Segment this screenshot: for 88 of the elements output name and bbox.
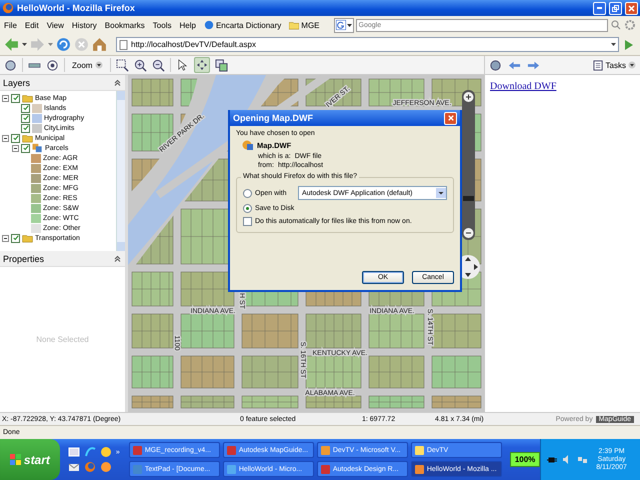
caret-icon — [436, 188, 446, 198]
caret-icon — [95, 61, 104, 69]
globe-icon[interactable] — [489, 58, 502, 72]
zoom-rectangle-icon[interactable] — [116, 58, 130, 72]
panel-title: Layers — [3, 78, 30, 88]
app-icon — [320, 446, 330, 454]
close-icon — [446, 114, 454, 122]
file-icon — [242, 139, 254, 151]
zoom-out-icon[interactable] — [152, 58, 166, 72]
folder-icon — [22, 233, 33, 243]
close-icon — [627, 4, 636, 12]
menu-item[interactable]: View — [46, 20, 64, 30]
pointer-icon[interactable] — [176, 58, 190, 72]
radio-button[interactable] — [243, 188, 252, 198]
page-icon — [119, 40, 128, 50]
checkbox[interactable] — [21, 104, 30, 112]
reload-icon[interactable] — [56, 37, 71, 52]
menu-item[interactable]: Edit — [24, 20, 39, 30]
app-icon — [132, 446, 142, 454]
app-icon — [414, 464, 424, 474]
checkbox[interactable] — [21, 144, 30, 152]
checkbox[interactable] — [21, 124, 30, 132]
caret-icon — [611, 43, 616, 46]
bookmark[interactable]: MGE — [289, 20, 320, 30]
search-icon[interactable] — [610, 19, 622, 31]
zoom-dropdown[interactable]: Zoom — [70, 60, 106, 70]
pan-icon — [196, 59, 208, 71]
google-g-icon — [336, 20, 346, 30]
restore-icon — [611, 4, 620, 12]
checkbox[interactable] — [243, 217, 252, 226]
app-icon — [320, 464, 330, 474]
zoom-slider[interactable] — [462, 90, 475, 240]
menu-item[interactable]: History — [72, 20, 97, 30]
caret-icon — [628, 61, 636, 69]
caret-icon[interactable] — [22, 43, 27, 46]
minimize-icon — [597, 7, 602, 9]
panel-title: Properties — [3, 254, 44, 264]
expander-icon[interactable] — [2, 94, 9, 102]
app-icon — [132, 464, 142, 474]
app-icon — [226, 464, 236, 474]
maximize-button[interactable] — [609, 2, 622, 14]
download-link[interactable]: Download DWF — [490, 81, 556, 92]
radio-button[interactable] — [243, 204, 252, 213]
list-icon — [592, 60, 604, 70]
minimize-button[interactable] — [593, 2, 606, 14]
zoom-in-icon[interactable] — [134, 58, 148, 72]
checkbox[interactable] — [21, 114, 30, 122]
folder-icon — [22, 93, 33, 103]
tasks-button[interactable]: Tasks — [592, 60, 636, 70]
search-engine-button[interactable] — [334, 18, 354, 32]
app-icon — [414, 446, 424, 454]
target-icon[interactable] — [46, 58, 59, 72]
caret-icon — [346, 24, 352, 26]
expander-icon[interactable] — [2, 234, 9, 242]
mail-icon[interactable] — [68, 461, 80, 473]
pan-button[interactable] — [194, 57, 210, 73]
firefox-icon — [2, 2, 14, 14]
close-button[interactable] — [625, 2, 638, 14]
folder-icon — [289, 20, 300, 30]
window-title: HelloWorld - Mozilla Firefox — [17, 3, 136, 13]
bookmark[interactable]: Encarta Dictionary — [204, 20, 282, 30]
expander-icon[interactable] — [2, 134, 9, 142]
expander-icon[interactable] — [12, 144, 19, 152]
collapse-icon[interactable] — [113, 78, 122, 87]
address-bar[interactable]: http://localhost/DevTV/Default.aspx — [116, 37, 619, 52]
scrollbar[interactable] — [116, 91, 125, 251]
desktop-icon[interactable] — [68, 446, 80, 458]
checkbox[interactable] — [11, 134, 20, 142]
home-icon[interactable] — [92, 37, 107, 52]
checkbox[interactable] — [11, 94, 20, 102]
checkbox[interactable] — [11, 234, 20, 242]
empty-message: None Selected — [36, 335, 89, 344]
menu-item[interactable]: Help — [179, 20, 196, 30]
menu-item[interactable]: Bookmarks — [104, 20, 145, 30]
globe-icon[interactable] — [4, 58, 17, 72]
folder-icon — [22, 133, 33, 143]
windows-logo-icon — [10, 454, 21, 465]
globe-icon — [204, 20, 214, 30]
close-button[interactable] — [444, 112, 457, 124]
menu-item[interactable]: Tools — [152, 20, 172, 30]
layer-stack-icon — [32, 143, 43, 153]
copy-icon[interactable] — [215, 58, 228, 72]
menu-item[interactable]: File — [4, 20, 17, 30]
collapse-icon[interactable] — [113, 254, 122, 263]
app-icon — [226, 446, 236, 454]
check-icon — [12, 235, 18, 241]
battery-meter: 100% — [510, 452, 540, 467]
dialog-title: Opening Map.DWF — [233, 113, 313, 123]
